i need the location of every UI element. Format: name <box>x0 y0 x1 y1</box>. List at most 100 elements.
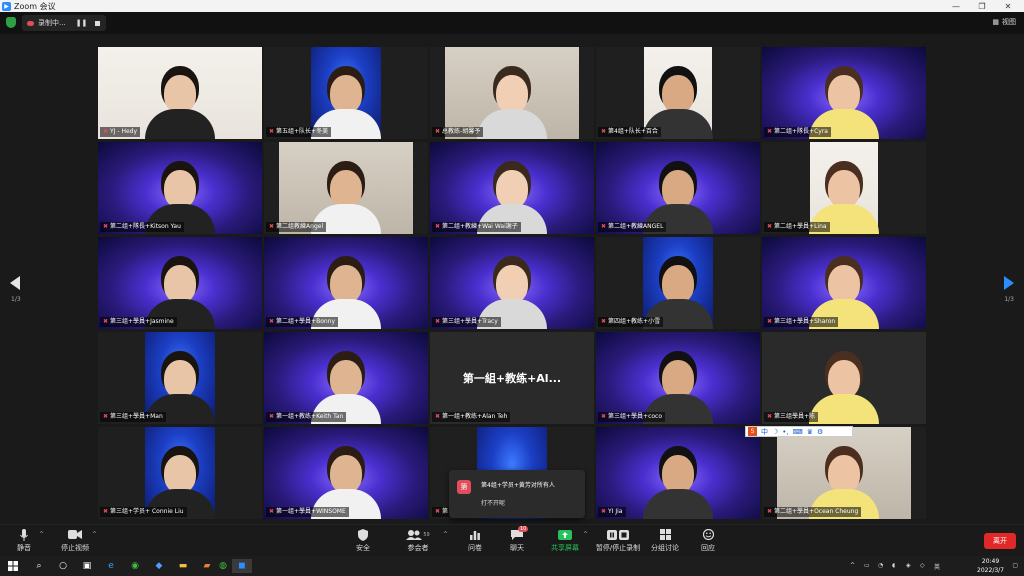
skin-icon[interactable]: ♛ <box>807 428 813 436</box>
participant-name-label: ✖ 第三组+學員+coco <box>598 412 666 422</box>
pause-recording-icon[interactable]: ❚❚ <box>76 19 88 27</box>
participant-tile[interactable]: ✖ 第三组+學員+Sharon <box>762 237 926 329</box>
participants-count: 59 <box>423 531 430 538</box>
muted-mic-icon: ✖ <box>269 223 275 230</box>
smiley-icon <box>698 528 718 541</box>
cortana-circle-icon[interactable]: ○ <box>56 559 70 573</box>
sender-avatar: 第 <box>457 480 471 494</box>
edge-browser-icon[interactable]: e <box>104 559 118 573</box>
ime-toolbar[interactable]: S 中 ☽ •, ⌨ ♛ ⚙ <box>745 426 853 437</box>
audio-options-chevron-icon[interactable]: ^ <box>39 531 44 538</box>
app-green-icon[interactable]: ◉ <box>128 559 142 573</box>
participant-tile[interactable]: ✖ 第五组+队长+冬美 <box>264 47 428 139</box>
participant-name-placeholder: 第一組+教练+Al... <box>462 372 562 385</box>
zoom-taskbar-icon[interactable]: ◼ <box>232 559 252 573</box>
reactions-button[interactable]: 回应 <box>698 528 718 553</box>
participant-tile[interactable]: ✖ 第二组教練Angel <box>264 142 428 234</box>
ime-indicator[interactable]: 英 <box>934 562 940 571</box>
participant-tile[interactable]: ✖ 第三组+學員+Jasmine <box>98 237 262 329</box>
network-icon[interactable]: ◔ <box>878 562 883 569</box>
notifications-icon[interactable]: ▢ <box>1012 562 1018 569</box>
participant-name-text: 第三组+學員+Jasmine <box>110 318 174 325</box>
participant-tile[interactable]: ✖ YJ - Hedy <box>98 47 262 139</box>
participant-name-label: ✖ 第二组+教練+Wai Wai謝子 <box>432 222 521 232</box>
muted-mic-icon: ✖ <box>601 223 607 230</box>
tray-app-icon[interactable]: ◈ <box>906 562 911 569</box>
participant-tile[interactable]: ✖ 第三组+學員+Tracy <box>430 237 594 329</box>
moon-icon[interactable]: ☽ <box>772 428 778 436</box>
window-title: Zoom 会议 <box>14 1 56 11</box>
participant-tile[interactable]: ✖ 第三组+學員+coco <box>596 332 760 424</box>
previous-page-icon[interactable] <box>10 276 20 290</box>
settings-gear-icon[interactable]: ⚙ <box>817 428 823 436</box>
meeting-topbar: 录制中... ❚❚ ▦ 视图 <box>0 12 1024 34</box>
security-button[interactable]: 安全 <box>352 528 374 553</box>
participant-name-text: 第三组學員+陈 <box>774 413 816 420</box>
participant-tile[interactable]: ✖ 第二组+隊長+Cyra <box>762 47 926 139</box>
muted-mic-icon: ✖ <box>601 508 607 515</box>
share-options-chevron-icon[interactable]: ^ <box>583 531 588 538</box>
muted-mic-icon: ✖ <box>435 128 441 135</box>
battery-icon[interactable]: ▭ <box>864 562 870 569</box>
participant-tile[interactable]: ✖ YI Jia <box>596 427 760 519</box>
stop-recording-icon[interactable] <box>95 20 101 26</box>
participant-tile[interactable]: ✖ 第三组+學員+Man <box>98 332 262 424</box>
chat-label: 聊天 <box>510 544 524 552</box>
participant-tile[interactable]: ✖ 第二组+學員+Lina <box>762 142 926 234</box>
participant-tile[interactable]: 第一組+教练+Al... ✖ 第一组+教练+Alan Teh <box>430 332 594 424</box>
participant-name-text: 第五组+队长+冬美 <box>276 128 329 135</box>
volume-icon[interactable]: ◖ <box>892 562 895 569</box>
participant-tile[interactable]: ✖ 第一组+教练+Keith Tan <box>264 332 428 424</box>
participant-tile[interactable]: ✖ 第二组+教練+Wai Wai謝子 <box>430 142 594 234</box>
participant-tile[interactable]: ✖ 第4组+队长+百合 <box>596 47 760 139</box>
keyboard-icon[interactable]: ⌨ <box>793 428 803 436</box>
video-options-chevron-icon[interactable]: ^ <box>92 531 97 538</box>
participant-tile[interactable]: ✖ 第二组+隊長+Kitson Yau <box>98 142 262 234</box>
participant-tile[interactable]: ✖ 第一组+學員+WINSOME <box>264 427 428 519</box>
participant-tile[interactable]: ✖ 第四组+教练+小雪 <box>596 237 760 329</box>
restore-icon[interactable]: ❐ <box>970 0 994 12</box>
muted-mic-icon: ✖ <box>435 508 441 515</box>
polls-button[interactable]: 问卷 <box>464 528 486 553</box>
chat-button[interactable]: 10 聊天 <box>506 526 529 553</box>
minimize-icon[interactable]: — <box>944 0 968 12</box>
breakout-rooms-button[interactable]: 分组讨论 <box>650 528 680 553</box>
gallery-grid: ✖ YJ - Hedy ✖ 第五组+队长+冬美 ✖ 总教练-胡馨予 ✖ 第4组+队长+百合 ✖ 第… <box>98 47 926 519</box>
close-icon[interactable]: ✕ <box>996 0 1020 12</box>
view-button[interactable]: ▦ 视图 <box>992 17 1016 27</box>
reactions-label: 回应 <box>701 544 715 552</box>
recording-indicator: 录制中... ❚❚ <box>22 15 106 31</box>
tray-shield-icon[interactable]: ◇ <box>920 562 925 569</box>
participants-chevron-icon[interactable]: ^ <box>443 531 448 538</box>
system-clock[interactable]: 20:49 2022/3/7 <box>977 557 1004 575</box>
participant-name-text: 第三组+學員+coco <box>608 413 663 420</box>
tray-expand-icon[interactable]: ^ <box>850 562 855 569</box>
search-icon[interactable]: ⌕ <box>32 559 46 573</box>
task-view-icon[interactable]: ▣ <box>80 559 94 573</box>
punctuation-icon[interactable]: •, <box>782 428 788 436</box>
participant-name-label: ✖ 第四组+教练+小雪 <box>598 317 664 327</box>
wechat-icon[interactable]: ◍ <box>216 559 230 573</box>
participant-tile[interactable]: ✖ 第二组+學員+Bonny <box>264 237 428 329</box>
participant-tile[interactable]: ✖ 第二组+教練ANGEL <box>596 142 760 234</box>
ime-language-label[interactable]: 中 <box>761 427 768 437</box>
participant-tile[interactable]: ✖ 总教练-胡馨予 <box>430 47 594 139</box>
participant-tile[interactable]: ✖ 第三组學員+陈 <box>762 332 926 424</box>
leave-button[interactable]: 离开 <box>984 533 1016 549</box>
file-explorer-icon[interactable]: ▬ <box>176 559 190 573</box>
windows-start-icon[interactable] <box>6 559 20 573</box>
app-blue-icon[interactable]: ◆ <box>152 559 166 573</box>
muted-mic-icon: ✖ <box>767 318 773 325</box>
app-orange-icon[interactable]: ▰ <box>200 559 214 573</box>
participants-button[interactable]: 59 参会者 <box>404 528 432 553</box>
participant-name-label: ✖ YJ - Hedy <box>100 127 141 137</box>
participant-tile[interactable]: ✖ 第二组+學員+Ocean Cheung <box>762 427 926 519</box>
mute-button[interactable]: 静音 <box>12 528 36 553</box>
share-screen-button[interactable]: 共享屏幕 <box>548 528 582 553</box>
encryption-shield-icon[interactable] <box>6 17 16 28</box>
recording-controls-button[interactable]: 暂停/停止录制 <box>594 528 642 553</box>
participant-tile[interactable]: ✖ 第三组+学员+ Connie Liu <box>98 427 262 519</box>
chat-notification[interactable]: 第 第4组+学员+黄芳对所有人 打不开呢 <box>449 470 585 518</box>
stop-video-button[interactable]: 停止视频 <box>58 528 92 553</box>
next-page-icon[interactable] <box>1004 276 1014 290</box>
